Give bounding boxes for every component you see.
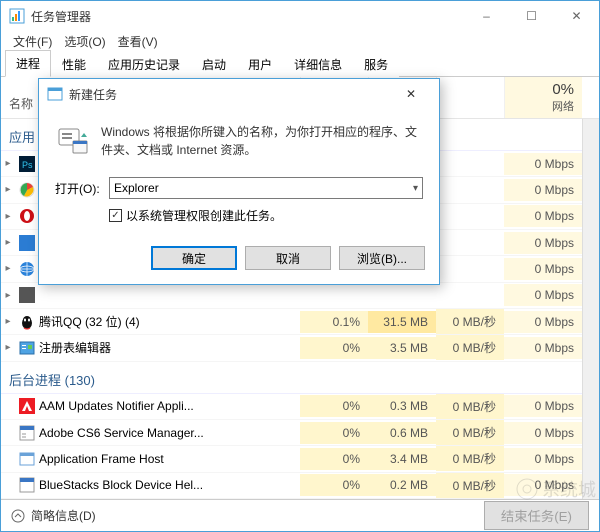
cpu-cell: 0.1% <box>300 311 368 333</box>
svg-text:Ps: Ps <box>22 160 33 170</box>
maximize-button[interactable]: ☐ <box>509 1 554 31</box>
app-icon-regedit <box>19 340 35 356</box>
expand-icon[interactable]: ▸ <box>1 211 15 222</box>
dialog-icon <box>47 86 63 102</box>
mem-cell: 31.5 MB <box>368 311 436 333</box>
menu-view[interactable]: 查看(V) <box>114 31 162 52</box>
cancel-button[interactable]: 取消 <box>245 246 331 270</box>
open-input[interactable] <box>114 181 413 195</box>
admin-checkbox[interactable]: ✓ <box>109 209 122 222</box>
tab-processes[interactable]: 进程 <box>5 50 51 77</box>
process-name: Application Frame Host <box>39 452 300 466</box>
expand-icon[interactable]: ▸ <box>1 237 15 248</box>
menubar: 文件(F) 选项(O) 查看(V) <box>1 31 599 51</box>
process-name: 腾讯QQ (32 位) (4) <box>39 313 300 330</box>
browse-button[interactable]: 浏览(B)... <box>339 246 425 270</box>
minimize-button[interactable]: – <box>464 1 509 31</box>
table-row[interactable]: ▸ 注册表编辑器 0% 3.5 MB 0 MB/秒 0 Mbps <box>1 335 582 361</box>
app-icon-ps: Ps <box>19 156 35 172</box>
table-row[interactable]: ▸ 0 Mbps <box>1 283 582 309</box>
new-task-dialog: 新建任务 ✕ Windows 将根据你所键入的名称，为你打开相应的程序、文件夹、… <box>38 78 440 285</box>
table-row[interactable]: BlueStacks Block Device Hel... 0% 0.2 MB… <box>1 473 582 499</box>
tab-performance[interactable]: 性能 <box>51 51 97 77</box>
app-icon-afh <box>19 451 35 467</box>
col-disk[interactable] <box>436 77 504 118</box>
expand-icon[interactable]: ▸ <box>1 342 15 353</box>
tab-history[interactable]: 应用历史记录 <box>97 51 191 77</box>
admin-checkbox-label[interactable]: 以系统管理权限创建此任务。 <box>126 207 282 224</box>
app-icon-qq <box>19 314 35 330</box>
process-name: 注册表编辑器 <box>39 339 300 356</box>
net-cell: 0 Mbps <box>504 153 582 175</box>
dialog-title: 新建任务 <box>69 86 391 103</box>
tab-services[interactable]: 服务 <box>353 51 399 77</box>
dialog-titlebar[interactable]: 新建任务 ✕ <box>39 79 439 109</box>
chevron-up-circle-icon <box>11 509 25 523</box>
net-cell: 0 Mbps <box>504 311 582 333</box>
network-percent: 0% <box>513 81 574 98</box>
section-background: 后台进程 (130) <box>1 362 582 394</box>
tabstrip: 进程 性能 应用历史记录 启动 用户 详细信息 服务 <box>1 51 599 77</box>
expand-icon[interactable]: ▸ <box>1 158 15 169</box>
dialog-close-button[interactable]: ✕ <box>391 79 431 109</box>
app-icon-exe <box>19 425 35 441</box>
disk-cell: 0 MB/秒 <box>436 309 504 334</box>
window-controls: – ☐ ✕ <box>464 1 599 31</box>
titlebar[interactable]: 任务管理器 – ☐ ✕ <box>1 1 599 31</box>
col-network[interactable]: 0% 网络 <box>504 77 582 118</box>
process-name: AAM Updates Notifier Appli... <box>39 399 300 413</box>
table-row[interactable]: Application Frame Host 0% 3.4 MB 0 MB/秒 … <box>1 446 582 472</box>
window-title: 任务管理器 <box>31 8 464 25</box>
table-row[interactable]: ▸ 腾讯QQ (32 位) (4) 0.1% 31.5 MB 0 MB/秒 0 … <box>1 309 582 335</box>
expand-icon[interactable]: ▸ <box>1 290 15 301</box>
expand-icon[interactable]: ▸ <box>1 184 15 195</box>
app-icon-exe <box>19 477 35 493</box>
tab-startup[interactable]: 启动 <box>191 51 237 77</box>
app-icon-adobe <box>19 398 35 414</box>
chevron-down-icon[interactable]: ▾ <box>413 183 418 194</box>
app-icon-chrome <box>19 182 35 198</box>
network-label: 网络 <box>513 98 574 114</box>
fewer-details-button[interactable]: 简略信息(D) <box>11 507 96 524</box>
menu-options[interactable]: 选项(O) <box>60 31 109 52</box>
app-icon-globe <box>19 261 35 277</box>
app-icon-generic <box>19 235 35 251</box>
tab-details[interactable]: 详细信息 <box>283 51 353 77</box>
expand-icon[interactable]: ▸ <box>1 316 15 327</box>
header-spacer <box>582 77 599 118</box>
app-icon-generic2 <box>19 287 35 303</box>
ok-button[interactable]: 确定 <box>151 246 237 270</box>
process-name: Adobe CS6 Service Manager... <box>39 426 300 440</box>
close-button[interactable]: ✕ <box>554 1 599 31</box>
app-icon <box>9 8 25 24</box>
vertical-scrollbar[interactable] <box>582 119 599 499</box>
app-icon-opera <box>19 208 35 224</box>
expand-icon[interactable]: ▸ <box>1 263 15 274</box>
tab-users[interactable]: 用户 <box>237 51 283 77</box>
menu-file[interactable]: 文件(F) <box>9 31 56 52</box>
open-label: 打开(O): <box>55 180 109 197</box>
dialog-description: Windows 将根据你所键入的名称，为你打开相应的程序、文件夹、文档或 Int… <box>101 123 423 159</box>
table-row[interactable]: AAM Updates Notifier Appli... 0% 0.3 MB … <box>1 394 582 420</box>
table-row[interactable]: Adobe CS6 Service Manager... 0% 0.6 MB 0… <box>1 420 582 446</box>
statusbar: 简略信息(D) 结束任务(E) <box>1 499 599 531</box>
run-icon <box>55 123 91 159</box>
process-name: BlueStacks Block Device Hel... <box>39 478 300 492</box>
open-combobox[interactable]: ▾ <box>109 177 423 199</box>
end-task-button[interactable]: 结束任务(E) <box>484 501 589 530</box>
